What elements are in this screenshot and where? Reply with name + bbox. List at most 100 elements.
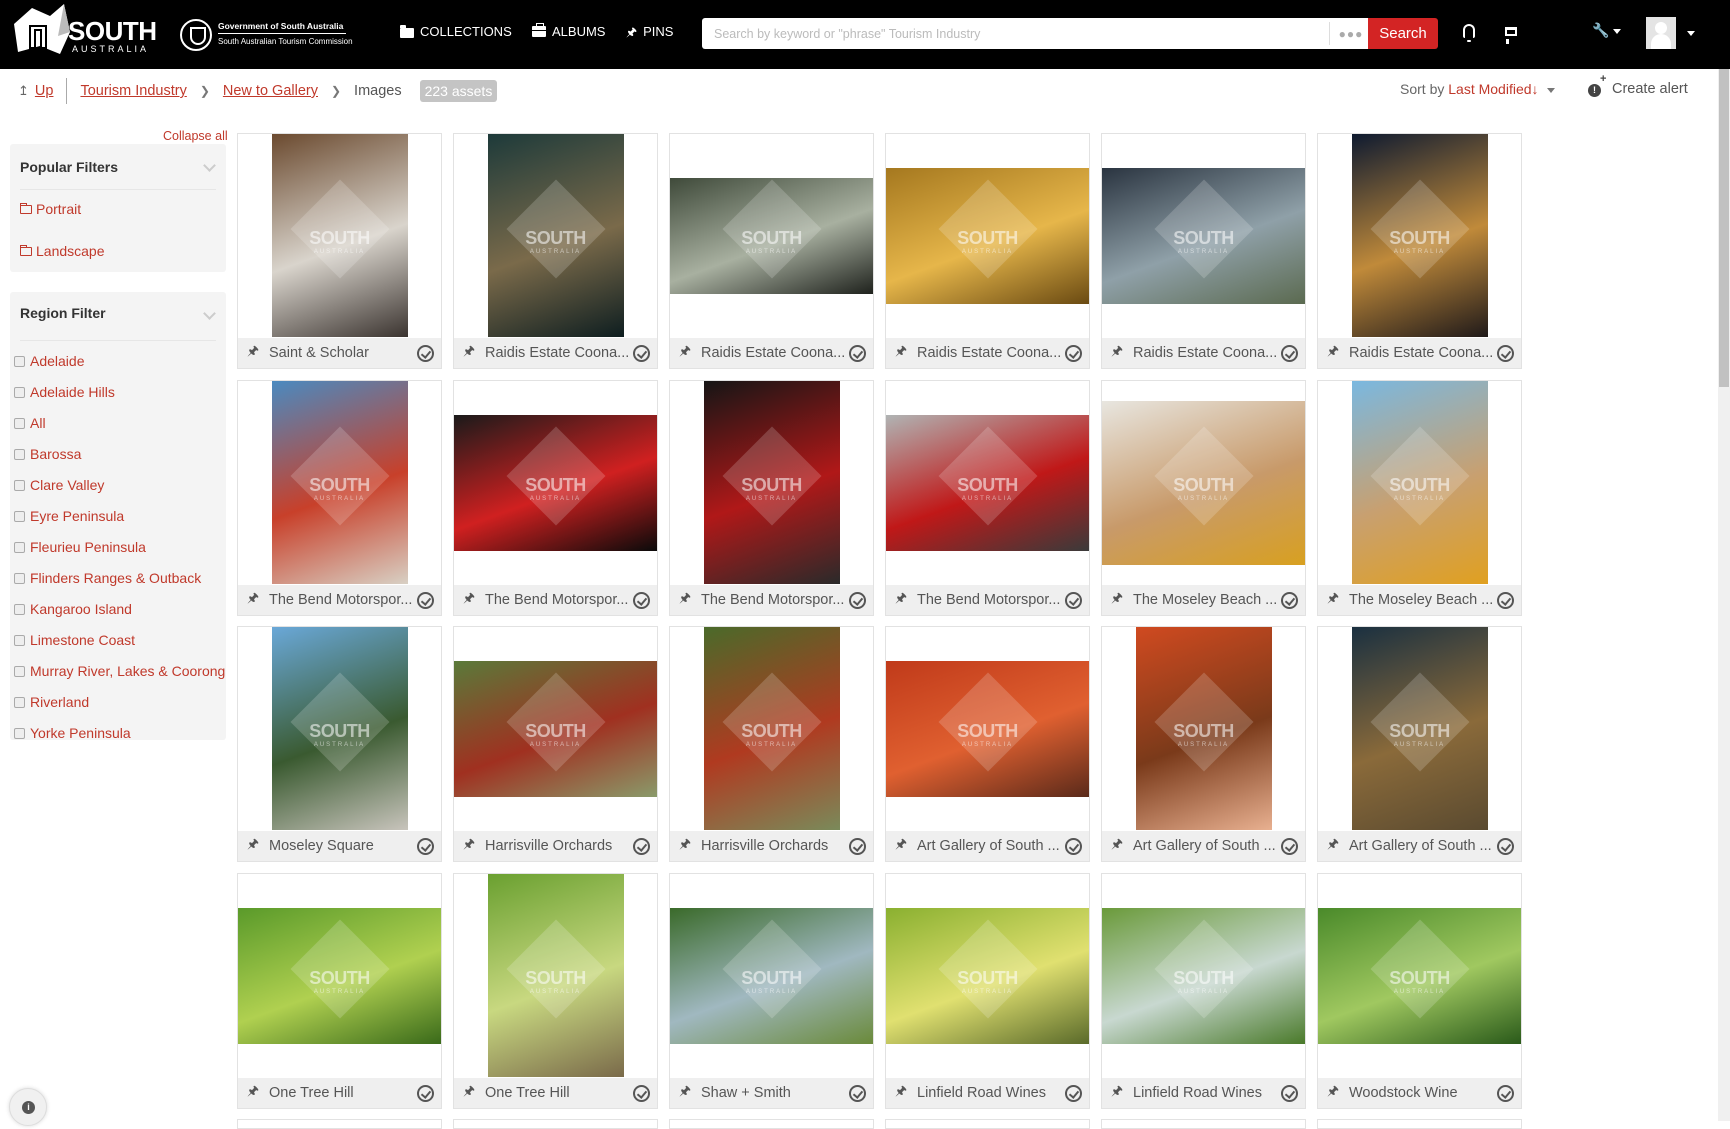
- select-check-icon[interactable]: [1281, 837, 1298, 855]
- sort-dropdown[interactable]: Sort by Last Modified↓: [1400, 81, 1555, 97]
- asset-thumbnail[interactable]: SOUTH AUSTRALIA: [1102, 627, 1305, 830]
- region-filter-item[interactable]: Clare Valley: [14, 477, 104, 493]
- region-checkbox[interactable]: [14, 448, 25, 460]
- asset-title[interactable]: Linfield Road Wines: [1133, 1085, 1281, 1101]
- collapse-all-link[interactable]: Collapse all: [163, 129, 228, 143]
- scrollbar-thumb[interactable]: [1719, 69, 1729, 387]
- select-check-icon[interactable]: [1065, 591, 1082, 609]
- pin-icon[interactable]: 🖈: [1108, 1082, 1126, 1104]
- select-check-icon[interactable]: [1497, 837, 1514, 855]
- asset-title[interactable]: Raidis Estate Coona...: [701, 345, 849, 361]
- user-menu-chevron-icon[interactable]: [1687, 31, 1695, 36]
- asset-title[interactable]: Harrisville Orchards: [701, 838, 849, 854]
- region-checkbox[interactable]: [14, 479, 25, 491]
- select-check-icon[interactable]: [1065, 344, 1082, 362]
- asset-thumbnail[interactable]: SOUTH AUSTRALIA: [454, 381, 657, 584]
- search-button[interactable]: Search: [1368, 18, 1438, 49]
- select-check-icon[interactable]: [1497, 591, 1514, 609]
- asset-title[interactable]: Art Gallery of South ...: [1349, 838, 1497, 854]
- asset-title[interactable]: Shaw + Smith: [701, 1085, 849, 1101]
- region-filter-item[interactable]: Limestone Coast: [14, 632, 135, 648]
- region-filter-item[interactable]: Riverland: [14, 694, 89, 710]
- asset-thumbnail[interactable]: SOUTH AUSTRALIA: [238, 627, 441, 830]
- asset-thumbnail[interactable]: SOUTH AUSTRALIA: [1318, 874, 1521, 1077]
- region-filter-item[interactable]: Fleurieu Peninsula: [14, 539, 146, 555]
- select-check-icon[interactable]: [633, 837, 650, 855]
- select-check-icon[interactable]: [1281, 591, 1298, 609]
- asset-thumbnail[interactable]: SOUTH AUSTRALIA: [670, 627, 873, 830]
- asset-title[interactable]: Raidis Estate Coona...: [1349, 345, 1497, 361]
- asset-title[interactable]: The Moseley Beach ...: [1349, 592, 1497, 608]
- asset-thumbnail[interactable]: SOUTH AUSTRALIA: [454, 874, 657, 1077]
- pin-icon[interactable]: 🖈: [1324, 1082, 1342, 1104]
- region-checkbox[interactable]: [14, 665, 25, 677]
- asset-title[interactable]: Linfield Road Wines: [917, 1085, 1065, 1101]
- select-check-icon[interactable]: [417, 837, 434, 855]
- asset-thumbnail[interactable]: SOUTH AUSTRALIA: [670, 874, 873, 1077]
- region-checkbox[interactable]: [14, 727, 25, 739]
- pin-icon[interactable]: 🖈: [460, 589, 478, 611]
- select-check-icon[interactable]: [1065, 1084, 1082, 1102]
- pin-icon[interactable]: 🖈: [244, 589, 262, 611]
- region-filter-item[interactable]: Eyre Peninsula: [14, 508, 124, 524]
- region-filter-item[interactable]: Adelaide: [14, 353, 85, 369]
- region-filter-item[interactable]: Flinders Ranges & Outback: [14, 570, 201, 586]
- region-filter-item[interactable]: Kangaroo Island: [14, 601, 132, 617]
- select-check-icon[interactable]: [1281, 1084, 1298, 1102]
- region-checkbox[interactable]: [14, 510, 25, 522]
- asset-thumbnail[interactable]: SOUTH AUSTRALIA: [1102, 381, 1305, 584]
- asset-thumbnail[interactable]: SOUTH AUSTRALIA: [1102, 874, 1305, 1077]
- pin-icon[interactable]: 🖈: [1324, 835, 1342, 857]
- chevron-down-icon[interactable]: [203, 307, 216, 320]
- asset-thumbnail[interactable]: SOUTH AUSTRALIA: [1318, 134, 1521, 337]
- asset-thumbnail[interactable]: SOUTH AUSTRALIA: [238, 874, 441, 1077]
- select-check-icon[interactable]: [849, 1084, 866, 1102]
- asset-title[interactable]: Harrisville Orchards: [485, 838, 633, 854]
- select-check-icon[interactable]: [849, 591, 866, 609]
- chevron-down-icon[interactable]: [203, 159, 216, 172]
- asset-thumbnail[interactable]: SOUTH AUSTRALIA: [1318, 627, 1521, 830]
- info-button[interactable]: i: [9, 1088, 47, 1126]
- region-checkbox[interactable]: [14, 386, 25, 398]
- asset-title[interactable]: Raidis Estate Coona...: [917, 345, 1065, 361]
- pin-icon[interactable]: 🖈: [892, 835, 910, 857]
- asset-thumbnail[interactable]: SOUTH AUSTRALIA: [454, 627, 657, 830]
- create-alert-button[interactable]: ! Create alert: [1588, 73, 1688, 97]
- asset-thumbnail[interactable]: SOUTH AUSTRALIA: [886, 134, 1089, 337]
- search-input[interactable]: [702, 18, 1327, 49]
- asset-thumbnail[interactable]: SOUTH AUSTRALIA: [670, 381, 873, 584]
- breadcrumb-up-link[interactable]: Up: [35, 83, 54, 99]
- asset-title[interactable]: The Bend Motorspor...: [917, 592, 1065, 608]
- select-check-icon[interactable]: [1497, 344, 1514, 362]
- region-filter-item[interactable]: Barossa: [14, 446, 81, 462]
- select-check-icon[interactable]: [1497, 1084, 1514, 1102]
- asset-title[interactable]: One Tree Hill: [269, 1085, 417, 1101]
- pin-icon[interactable]: 🖈: [460, 1082, 478, 1104]
- tools-menu[interactable]: 🔧: [1592, 22, 1622, 39]
- select-check-icon[interactable]: [633, 1084, 650, 1102]
- select-check-icon[interactable]: [633, 344, 650, 362]
- select-check-icon[interactable]: [849, 837, 866, 855]
- pin-icon[interactable]: 🖈: [1108, 835, 1126, 857]
- asset-title[interactable]: Woodstock Wine: [1349, 1085, 1497, 1101]
- asset-thumbnail[interactable]: SOUTH AUSTRALIA: [238, 134, 441, 337]
- pin-icon[interactable]: 🖈: [892, 1082, 910, 1104]
- pin-icon[interactable]: 🖈: [676, 835, 694, 857]
- nav-collections[interactable]: COLLECTIONS: [400, 24, 512, 39]
- breadcrumb-tourism-industry[interactable]: Tourism Industry: [80, 83, 186, 99]
- region-checkbox[interactable]: [14, 696, 25, 708]
- asset-title[interactable]: The Moseley Beach ...: [1133, 592, 1281, 608]
- pin-icon[interactable]: 🖈: [460, 342, 478, 364]
- pin-icon[interactable]: 🖈: [892, 342, 910, 364]
- asset-title[interactable]: Moseley Square: [269, 838, 417, 854]
- pin-icon[interactable]: 🖈: [1108, 342, 1126, 364]
- pin-icon[interactable]: 🖈: [1324, 589, 1342, 611]
- asset-title[interactable]: The Bend Motorspor...: [485, 592, 633, 608]
- pin-icon[interactable]: 🖈: [244, 342, 262, 364]
- pin-icon[interactable]: 🖈: [892, 589, 910, 611]
- pin-icon[interactable]: 🖈: [676, 342, 694, 364]
- advanced-search-button[interactable]: ●●●: [1334, 18, 1368, 49]
- filter-portrait[interactable]: Portrait: [20, 201, 81, 217]
- asset-thumbnail[interactable]: SOUTH AUSTRALIA: [886, 381, 1089, 584]
- region-checkbox[interactable]: [14, 572, 25, 584]
